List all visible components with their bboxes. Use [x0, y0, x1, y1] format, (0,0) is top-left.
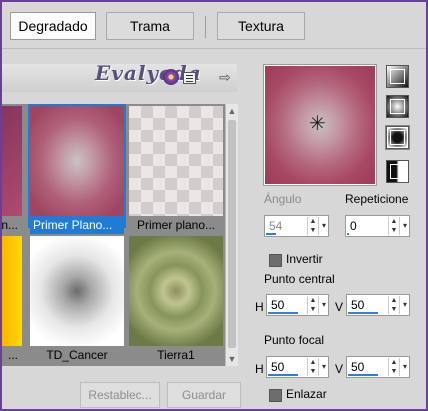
repeat-slider-fill[interactable] — [347, 233, 349, 235]
divider — [2, 48, 426, 49]
gradient-label: Tierra1 — [157, 348, 195, 362]
angle-value[interactable]: 54 — [269, 219, 282, 233]
gradient-thumbnail — [30, 106, 124, 216]
repeat-updown-icon[interactable]: ▲ ▼ — [388, 217, 399, 235]
focal-h-updown-icon[interactable]: ▲ ▼ — [307, 358, 318, 376]
tab-bar: Degradado Trama Textura — [2, 2, 426, 46]
focal-v-dropdown-icon[interactable]: ▾ — [399, 358, 410, 376]
gradient-item[interactable]: ... — [2, 236, 22, 362]
angle-updown-icon[interactable]: ▲ ▼ — [307, 217, 318, 235]
repeat-spinner[interactable]: 0 ▲ ▼ ▾ — [345, 215, 410, 237]
gradient-item-selected[interactable]: Primer Plano... — [28, 104, 126, 234]
tab-separator — [205, 16, 206, 38]
center-v-dropdown-icon[interactable]: ▾ — [399, 296, 410, 314]
gradient-thumbnail — [129, 236, 223, 346]
gradient-item[interactable]: Tierra1 — [129, 236, 223, 362]
gradient-thumbnail — [2, 106, 22, 216]
tab-trama[interactable]: Trama — [106, 12, 194, 40]
tab-degradado[interactable]: Degradado — [10, 12, 96, 40]
gradient-item[interactable]: TD_Cancer — [30, 236, 124, 362]
focal-h-dropdown-icon[interactable]: ▾ — [318, 358, 329, 376]
gradient-dialog: Degradado Trama Textura Evalyeda ⇨ n... … — [0, 0, 428, 411]
crosshair-icon[interactable]: ✳ — [309, 114, 326, 134]
expand-arrow-icon[interactable]: ⇨ — [219, 69, 231, 86]
gradient-label: ... — [7, 348, 18, 362]
gradient-item[interactable]: Primer plano... — [129, 106, 223, 232]
invert-checkbox[interactable] — [269, 254, 282, 267]
focal-v-slider-fill[interactable] — [348, 374, 378, 376]
angle-label: Ángulo — [264, 192, 302, 206]
scroll-thumb[interactable] — [228, 120, 236, 348]
repeat-label: Repeticione — [345, 192, 409, 206]
center-v-value[interactable]: 50 — [351, 298, 364, 312]
gradient-item[interactable]: n... — [2, 106, 22, 232]
tab-textura[interactable]: Textura — [217, 12, 305, 40]
save-button[interactable]: Guardar — [167, 382, 241, 408]
palette-header: Evalyeda ⇨ — [2, 61, 237, 92]
center-h-slider-fill[interactable] — [268, 312, 298, 314]
radial-gradient-icon[interactable] — [386, 126, 409, 149]
flower-icon — [163, 69, 179, 85]
focal-point-label: Punto focal — [264, 333, 325, 347]
rectangular-gradient-icon[interactable] — [386, 95, 409, 118]
angle-slider-fill[interactable] — [266, 233, 276, 235]
gallery-scrollbar[interactable]: ▲ ▼ — [225, 104, 238, 366]
angle-dropdown-icon[interactable]: ▾ — [318, 217, 329, 235]
gradient-thumbnail — [30, 236, 124, 346]
focal-v-value[interactable]: 50 — [351, 360, 364, 374]
gradient-label: Primer plano... — [136, 218, 216, 232]
reset-button[interactable]: Restablec... — [80, 382, 160, 408]
center-h-spinner[interactable]: 50 ▲ ▼ ▾ — [266, 294, 329, 316]
center-h-updown-icon[interactable]: ▲ ▼ — [307, 296, 318, 314]
center-v-slider-fill[interactable] — [348, 312, 378, 314]
sunburst-gradient-icon[interactable] — [386, 160, 409, 183]
focal-v-spinner[interactable]: 50 ▲ ▼ ▾ — [346, 356, 410, 378]
gradient-thumbnail — [129, 106, 223, 216]
angle-spinner[interactable]: 54 ▲ ▼ ▾ — [264, 215, 329, 237]
focal-v-letter: V — [335, 362, 344, 376]
gradient-label: TD_Cancer — [46, 348, 108, 362]
center-h-dropdown-icon[interactable]: ▾ — [318, 296, 329, 314]
focal-h-letter: H — [255, 362, 264, 376]
center-v-spinner[interactable]: 50 ▲ ▼ ▾ — [346, 294, 410, 316]
link-label: Enlazar — [286, 387, 327, 401]
focal-h-spinner[interactable]: 50 ▲ ▼ ▾ — [266, 356, 329, 378]
center-point-label: Punto central — [264, 272, 335, 286]
center-h-value[interactable]: 50 — [271, 298, 284, 312]
scroll-up-icon[interactable]: ▲ — [227, 106, 237, 116]
repeat-dropdown-icon[interactable]: ▾ — [399, 217, 410, 235]
focal-v-updown-icon[interactable]: ▲ ▼ — [388, 358, 399, 376]
invert-label: Invertir — [286, 252, 323, 266]
linear-gradient-icon[interactable] — [386, 65, 409, 88]
center-v-updown-icon[interactable]: ▲ ▼ — [388, 296, 399, 314]
gradient-thumbnail — [2, 236, 22, 346]
gradient-gallery: n... Primer Plano... Primer plano... ...… — [2, 104, 225, 366]
palette-menu-icon[interactable] — [183, 72, 196, 84]
gradient-label: Primer Plano... — [30, 216, 124, 234]
focal-h-slider-fill[interactable] — [268, 374, 298, 376]
scroll-down-icon[interactable]: ▼ — [227, 354, 237, 364]
focal-h-value[interactable]: 50 — [271, 360, 284, 374]
center-h-letter: H — [255, 300, 264, 314]
link-checkbox[interactable] — [269, 389, 282, 402]
center-v-letter: V — [335, 300, 344, 314]
gradient-preview[interactable]: ✳ — [264, 65, 376, 185]
gradient-label: n... — [2, 218, 18, 232]
repeat-value[interactable]: 0 — [350, 219, 357, 233]
